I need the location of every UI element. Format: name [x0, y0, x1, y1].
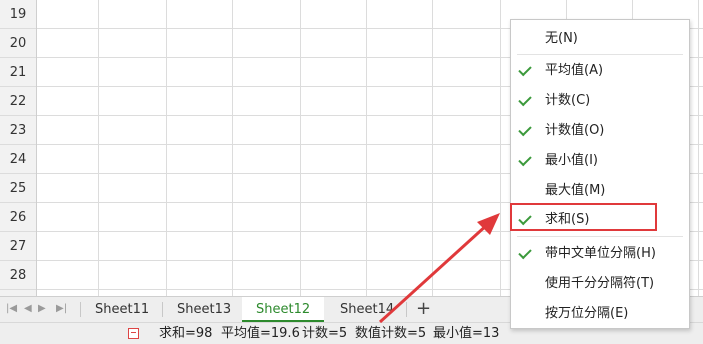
menu-item-ten-thousands-separator[interactable]: 按万位分隔(E)	[511, 300, 689, 328]
status-options-icon[interactable]	[128, 328, 139, 339]
row-number[interactable]: 28	[0, 261, 36, 290]
menu-item-numeric-count[interactable]: 计数值(O)	[511, 117, 689, 145]
menu-item-none[interactable]: 无(N)	[511, 25, 689, 53]
row-number[interactable]: 21	[0, 58, 36, 87]
menu-item-label: 最大值(M)	[545, 183, 606, 198]
menu-item-label: 按万位分隔(E)	[545, 306, 629, 321]
sum-highlight-box	[510, 203, 657, 231]
menu-item-label: 计数值(O)	[545, 123, 605, 138]
status-numeric-count[interactable]: 数值计数=5	[355, 323, 426, 344]
grid-line	[366, 0, 367, 296]
grid-line	[232, 0, 233, 296]
row-number[interactable]: 27	[0, 232, 36, 261]
grid-line	[300, 0, 301, 296]
menu-item-label: 最小值(I)	[545, 153, 598, 168]
row-number[interactable]: 23	[0, 116, 36, 145]
menu-item-label: 使用千分分隔符(T)	[545, 276, 655, 291]
grid-line	[500, 0, 501, 296]
status-bar-context-menu: 无(N) 平均值(A) 计数(C) 计数值(O) 最小值(I) 最大值(M) 求…	[510, 19, 690, 329]
first-sheet-icon[interactable]: |◀	[6, 303, 17, 314]
menu-item-count[interactable]: 计数(C)	[511, 87, 689, 115]
menu-item-thousands-separator[interactable]: 使用千分分隔符(T)	[511, 270, 689, 298]
checkmark-icon	[518, 152, 532, 167]
status-average[interactable]: 平均值=19.6	[221, 323, 300, 344]
prev-sheet-icon[interactable]: ◀	[24, 303, 32, 314]
tab-sheet14[interactable]: Sheet14	[326, 297, 408, 322]
row-number[interactable]: 25	[0, 174, 36, 203]
menu-separator	[517, 54, 683, 55]
tab-sheet13[interactable]: Sheet13	[163, 297, 245, 322]
status-sum[interactable]: 求和=98	[159, 323, 212, 344]
grid-line	[432, 0, 433, 296]
menu-item-minimum[interactable]: 最小值(I)	[511, 147, 689, 175]
row-number[interactable]: 20	[0, 29, 36, 58]
menu-item-label: 带中文单位分隔(H)	[545, 246, 656, 261]
last-sheet-icon[interactable]: ▶|	[56, 303, 67, 314]
grid-line	[166, 0, 167, 296]
menu-item-label: 平均值(A)	[545, 63, 604, 78]
menu-separator	[517, 236, 683, 237]
menu-item-maximum[interactable]: 最大值(M)	[511, 177, 689, 205]
tab-sheet11[interactable]: Sheet11	[81, 297, 163, 322]
status-minimum[interactable]: 最小值=13	[433, 323, 499, 344]
checkmark-icon	[518, 92, 532, 107]
menu-item-label: 无(N)	[545, 31, 578, 46]
menu-item-chinese-units[interactable]: 带中文单位分隔(H)	[511, 240, 689, 268]
checkmark-icon	[518, 122, 532, 137]
grid-line	[698, 0, 699, 296]
menu-item-average[interactable]: 平均值(A)	[511, 57, 689, 85]
menu-item-label: 计数(C)	[545, 93, 591, 108]
row-number[interactable]: 22	[0, 87, 36, 116]
tab-sheet12[interactable]: Sheet12	[242, 297, 324, 322]
tab-divider	[406, 302, 407, 317]
add-sheet-button[interactable]: +	[416, 297, 431, 321]
checkmark-icon	[518, 62, 532, 77]
checkmark-icon	[518, 245, 532, 260]
row-number[interactable]: 26	[0, 203, 36, 232]
row-number[interactable]: 19	[0, 0, 36, 29]
grid-line	[98, 0, 99, 296]
status-count[interactable]: 计数=5	[302, 323, 347, 344]
row-number[interactable]: 24	[0, 145, 36, 174]
next-sheet-icon[interactable]: ▶	[38, 303, 46, 314]
row-header-column: 19 20 21 22 23 24 25 26 27 28	[0, 0, 37, 296]
